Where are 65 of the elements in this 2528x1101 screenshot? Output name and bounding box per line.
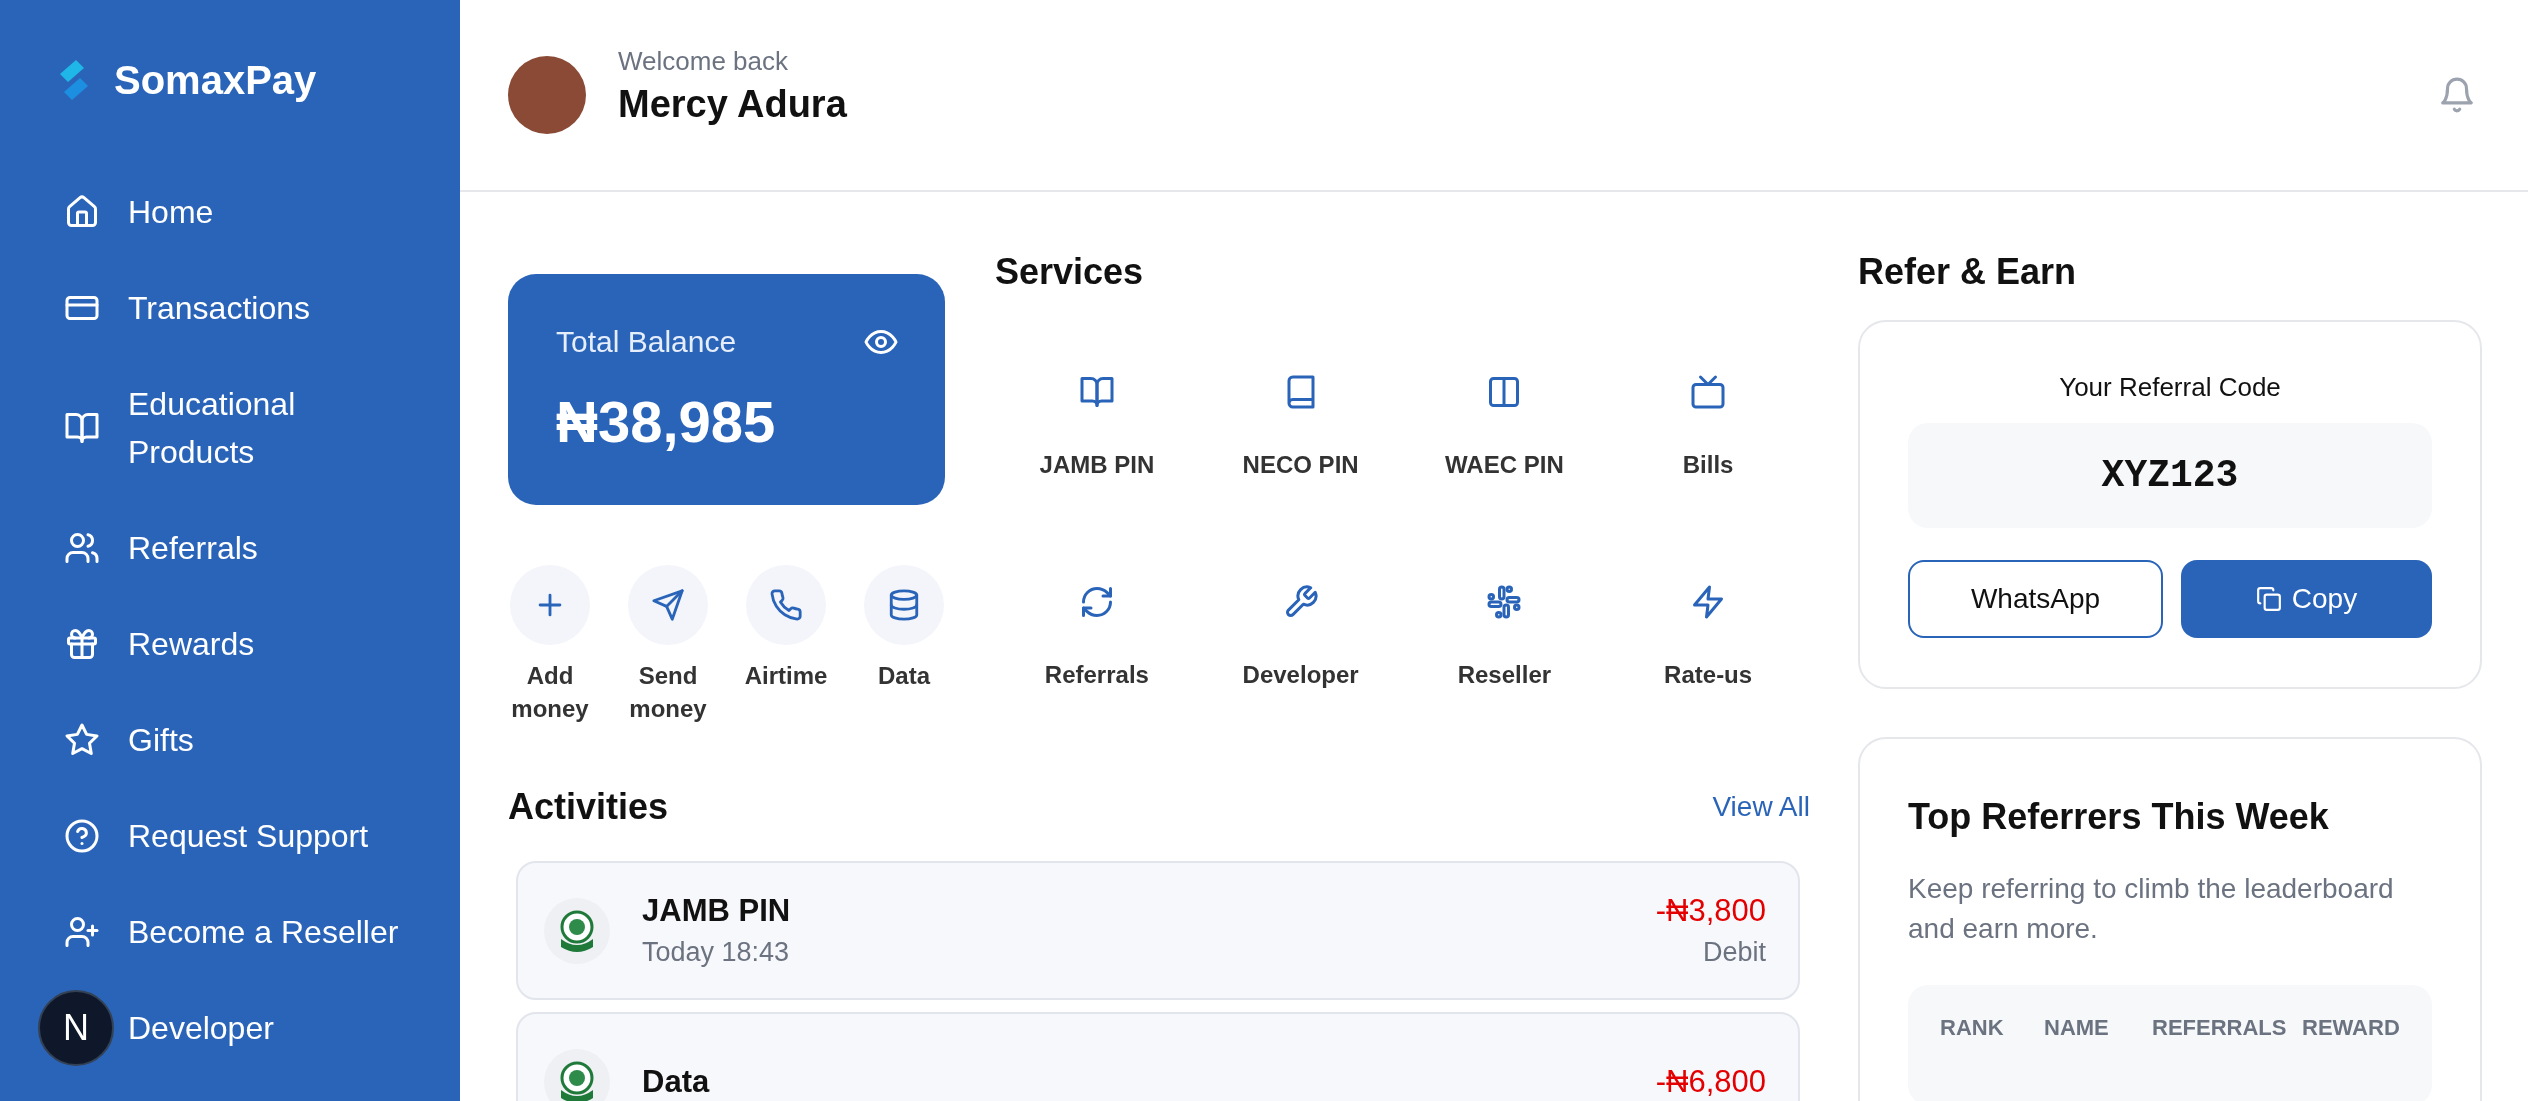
database-icon: [887, 588, 921, 622]
service-item[interactable]: Referrals: [995, 584, 1199, 690]
quick-action-label: Add money: [510, 661, 590, 724]
activity-amount: -₦6,800: [1655, 1063, 1766, 1100]
column-header: NAME: [2044, 1015, 2110, 1041]
home-icon: [64, 194, 100, 230]
service-item[interactable]: WAEC PIN: [1402, 374, 1607, 480]
service-item[interactable]: NECO PIN: [1198, 374, 1403, 480]
balance-label: Total Balance: [556, 325, 737, 359]
sidebar-item[interactable]: N Developer: [0, 980, 460, 1076]
sidebar-item[interactable]: Gifts: [0, 692, 460, 788]
greeting: Welcome back: [618, 46, 790, 77]
leaderboard-description: Keep referring to climb the leaderboard and earn more.: [1908, 872, 2395, 946]
sidebar-item[interactable]: Request Support: [0, 788, 460, 884]
card-title: Top Referrers This Week: [1908, 795, 2330, 839]
section-title: Activities: [508, 785, 669, 829]
service-item[interactable]: Developer: [1198, 584, 1403, 690]
send-icon: [651, 588, 685, 622]
user-name: Mercy Adura: [618, 83, 848, 126]
activity-title: Data: [642, 1063, 711, 1100]
activity-item[interactable]: Data -₦6,800: [516, 1012, 1800, 1101]
notification-bell-icon: [2438, 76, 2476, 114]
sidebar-item[interactable]: Educational Products: [0, 356, 460, 500]
quick-action-label: Airtime: [743, 661, 829, 691]
sidebar-item[interactable]: Rewards: [0, 596, 460, 692]
hash-icon: [1486, 584, 1523, 620]
sidebar-item[interactable]: Referrals: [0, 500, 460, 596]
service-item[interactable]: Bills: [1606, 374, 1810, 480]
sidebar-item[interactable]: Become a Reseller: [0, 884, 460, 980]
activity-amount: -₦3,800: [1655, 893, 1766, 929]
section-title: Refer & Earn: [1858, 250, 2078, 294]
sidebar-item[interactable]: Home: [0, 164, 460, 260]
users-icon: [64, 530, 100, 566]
referral-code-label: Your Referral Code: [2059, 372, 2281, 403]
section-title: Services: [995, 250, 1145, 294]
copy-icon: [2255, 586, 2282, 612]
column-header: RANK: [1940, 1015, 2005, 1041]
copy-button[interactable]: Copy: [2181, 560, 2432, 638]
service-item[interactable]: Reseller: [1402, 584, 1607, 690]
column-header: REFERRALS: [2152, 1015, 2288, 1041]
activity-type: Debit: [1702, 937, 1766, 968]
phone-icon: [769, 588, 803, 622]
activity-item[interactable]: JAMB PIN Today 18:43 -₦3,800 Debit: [516, 861, 1800, 1000]
help-icon: [64, 818, 100, 854]
activity-time: Today 18:43: [642, 937, 791, 968]
sidebar-item[interactable]: Transactions: [0, 260, 460, 356]
service-item[interactable]: JAMB PIN: [995, 374, 1199, 480]
activity-title: JAMB PIN: [642, 893, 792, 929]
view-all-link[interactable]: View All: [1712, 791, 1810, 823]
seal-icon: [544, 1048, 610, 1101]
whatsapp-button[interactable]: WhatsApp: [1908, 560, 2163, 638]
open-book-icon: [64, 410, 100, 446]
star-icon: [64, 722, 100, 758]
open-book-icon: [1078, 374, 1115, 410]
balance-amount: ₦38,985: [556, 388, 777, 455]
user-plus-icon: [64, 914, 100, 950]
referral-code: XYZ123: [1908, 423, 2432, 528]
quick-action-label: Send money: [628, 661, 708, 724]
quick-action-label: Data: [877, 661, 932, 691]
service-item[interactable]: Rate-us: [1606, 584, 1810, 690]
dev-badge[interactable]: N: [38, 990, 114, 1066]
tv-icon: [1690, 374, 1727, 410]
gift-icon: [64, 626, 100, 662]
brand-name: SomaxPay: [114, 57, 317, 103]
column-header: REWARD: [2302, 1015, 2401, 1041]
